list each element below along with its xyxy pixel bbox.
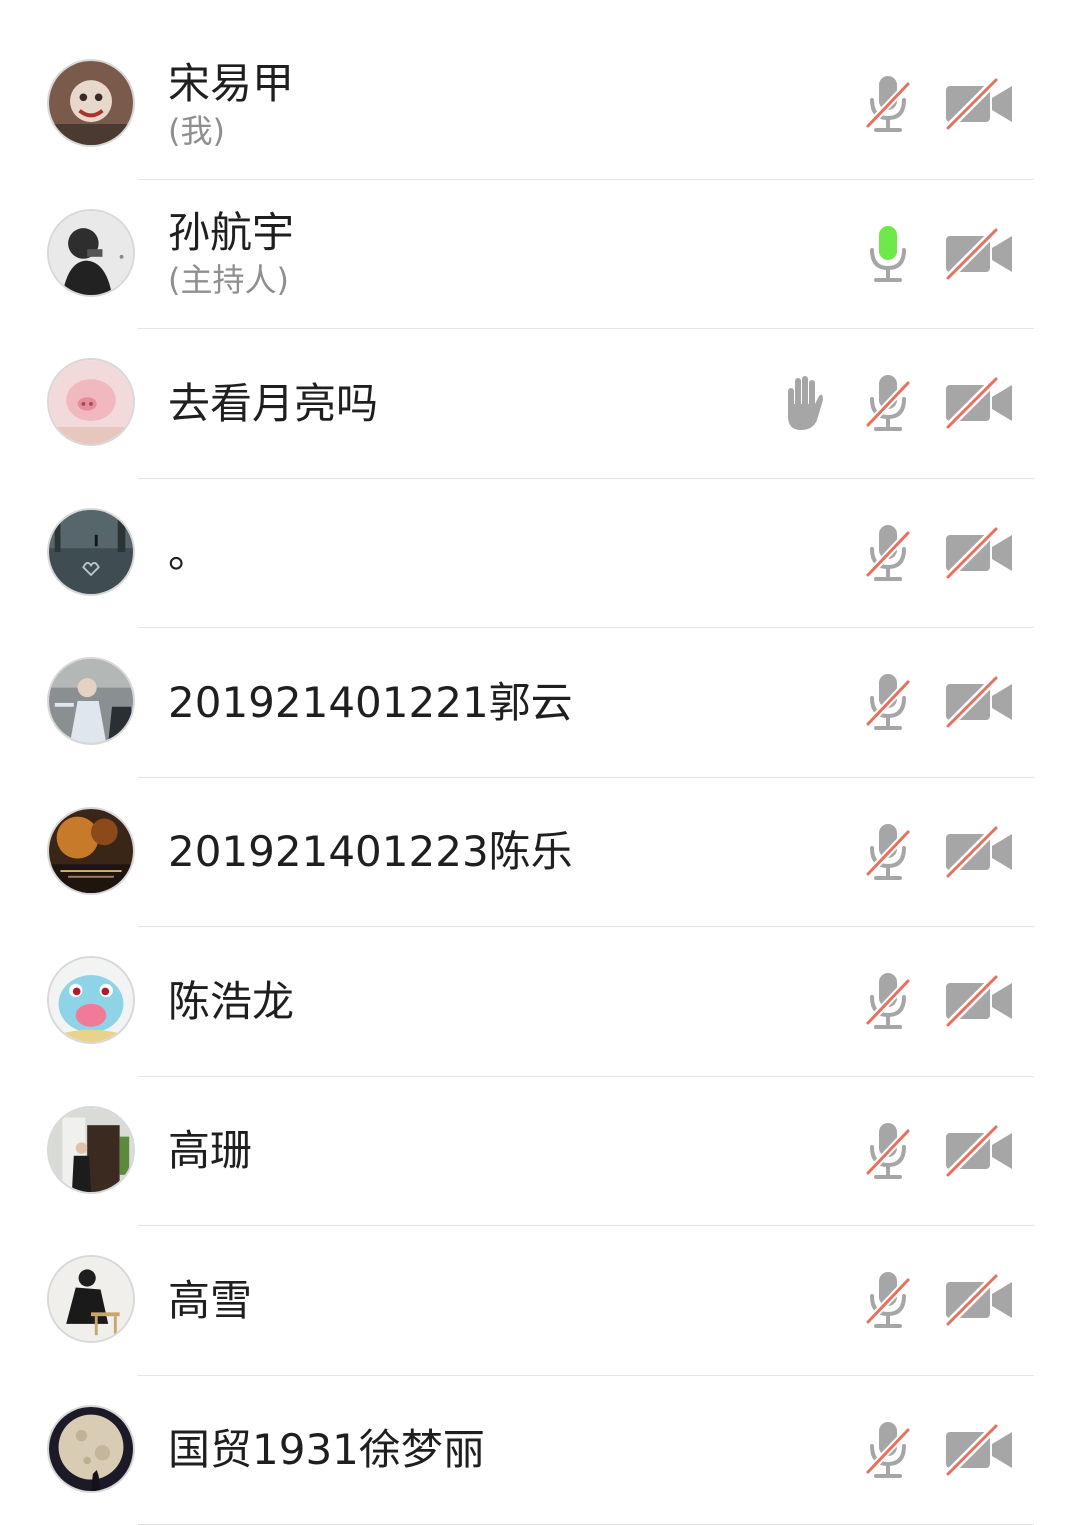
mic-muted-icon[interactable] bbox=[864, 822, 912, 882]
participant-row[interactable]: 201921401221郭云 bbox=[0, 628, 1079, 778]
participant-name: 孙航宇 bbox=[168, 207, 294, 259]
mic-muted-icon[interactable] bbox=[864, 74, 912, 134]
participant-name: 201921401221郭云 bbox=[168, 677, 573, 729]
participant-name-block: 陈浩龙 bbox=[168, 927, 294, 1076]
camera-off-icon[interactable] bbox=[944, 78, 1014, 130]
participant-name: 高雪 bbox=[168, 1275, 252, 1327]
camera-off-icon[interactable] bbox=[944, 676, 1014, 728]
avatar bbox=[47, 209, 135, 297]
participant-row[interactable]: 高雪 bbox=[0, 1226, 1079, 1376]
participant-name-block: 高珊 bbox=[168, 1077, 252, 1226]
participant-name-block: 去看月亮吗 bbox=[168, 329, 378, 478]
participant-name-block: 201921401223陈乐 bbox=[168, 778, 573, 927]
participant-name-block: 高雪 bbox=[168, 1226, 252, 1375]
mic-speaking-icon[interactable] bbox=[864, 224, 912, 284]
camera-off-icon[interactable] bbox=[944, 377, 1014, 429]
participant-row[interactable]: 高珊 bbox=[0, 1077, 1079, 1227]
mic-muted-icon[interactable] bbox=[864, 672, 912, 732]
participant-name: 高珊 bbox=[168, 1125, 252, 1177]
participant-name-block: 孙航宇 (主持人) bbox=[168, 180, 294, 329]
avatar bbox=[47, 1106, 135, 1194]
participant-name-block: 。 bbox=[168, 479, 210, 628]
participant-role: (我) bbox=[168, 110, 294, 152]
camera-off-icon[interactable] bbox=[944, 1125, 1014, 1177]
mic-muted-icon[interactable] bbox=[864, 1420, 912, 1480]
mic-muted-icon[interactable] bbox=[864, 1121, 912, 1181]
camera-off-icon[interactable] bbox=[944, 1274, 1014, 1326]
participant-name: 陈浩龙 bbox=[168, 976, 294, 1028]
participant-row[interactable]: 陈浩龙 bbox=[0, 927, 1079, 1077]
participant-name: 国贸1931徐梦丽 bbox=[168, 1424, 485, 1476]
participant-name-block: 国贸1931徐梦丽 bbox=[168, 1376, 485, 1525]
avatar bbox=[47, 1255, 135, 1343]
participant-name-block: 201921401221郭云 bbox=[168, 628, 573, 777]
participant-row[interactable]: 。 bbox=[0, 479, 1079, 629]
participant-row[interactable]: 宋易甲 (我) bbox=[0, 30, 1079, 180]
participant-row[interactable]: 去看月亮吗 bbox=[0, 329, 1079, 479]
avatar bbox=[47, 807, 135, 895]
camera-off-icon[interactable] bbox=[944, 826, 1014, 878]
camera-off-icon[interactable] bbox=[944, 975, 1014, 1027]
camera-off-icon[interactable] bbox=[944, 1424, 1014, 1476]
participant-name-block: 宋易甲 (我) bbox=[168, 30, 294, 179]
avatar bbox=[47, 956, 135, 1044]
participant-name: 。 bbox=[168, 527, 210, 579]
participant-row[interactable]: 201921401223陈乐 bbox=[0, 778, 1079, 928]
raised-hand-icon bbox=[781, 374, 825, 432]
participant-row[interactable]: 国贸1931徐梦丽 bbox=[0, 1376, 1079, 1525]
avatar bbox=[47, 59, 135, 147]
avatar bbox=[47, 508, 135, 596]
mic-muted-icon[interactable] bbox=[864, 1270, 912, 1330]
mic-muted-icon[interactable] bbox=[864, 373, 912, 433]
camera-off-icon[interactable] bbox=[944, 527, 1014, 579]
avatar bbox=[47, 657, 135, 745]
participant-name: 宋易甲 bbox=[168, 58, 294, 110]
mic-muted-icon[interactable] bbox=[864, 971, 912, 1031]
mic-muted-icon[interactable] bbox=[864, 523, 912, 583]
participant-role: (主持人) bbox=[168, 259, 294, 301]
avatar bbox=[47, 358, 135, 446]
avatar bbox=[47, 1405, 135, 1493]
participant-list: 宋易甲 (我) 孙航宇 (主持人) 去看月亮吗 bbox=[0, 30, 1079, 1525]
participant-row[interactable]: 孙航宇 (主持人) bbox=[0, 180, 1079, 330]
camera-off-icon[interactable] bbox=[944, 228, 1014, 280]
participant-name: 201921401223陈乐 bbox=[168, 826, 573, 878]
participant-name: 去看月亮吗 bbox=[168, 378, 378, 430]
